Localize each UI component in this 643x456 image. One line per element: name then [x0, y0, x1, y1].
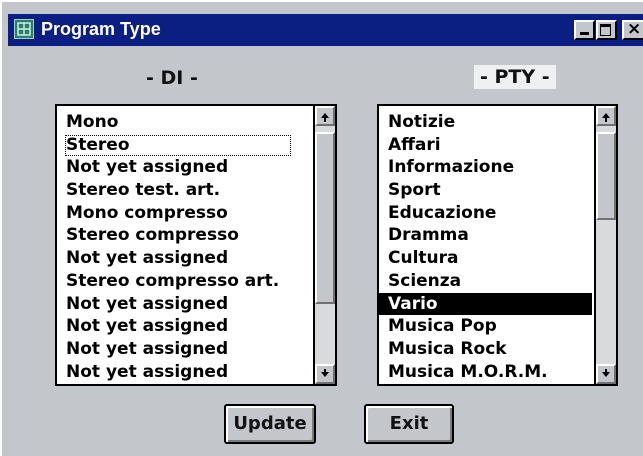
pty-list-item-label: Informazione [388, 157, 515, 178]
pty-list-item[interactable]: Dramma [379, 224, 592, 247]
pty-list-item[interactable]: Cultura [379, 247, 592, 270]
di-list-item-label: Mono compresso [66, 202, 228, 223]
pty-list-item-label: Dramma [388, 225, 469, 246]
di-list-item[interactable]: Stereo compresso [57, 224, 311, 247]
di-scroll-down-icon[interactable] [315, 364, 335, 384]
pty-list: Notizie Affari Informazione Sport Educazione… [379, 111, 592, 383]
pty-list-item-label: Musica Pop [388, 316, 497, 337]
pty-list-item-label: Cultura [388, 248, 459, 269]
di-list-item-label: Not yet assigned [66, 293, 229, 314]
di-list-item-label: Stereo compresso art. [66, 270, 280, 291]
program-type-window: Program Type × - DI - - PTY - Mono Stereo… [0, 0, 643, 456]
di-list-item-label: Stereo test. art. [66, 180, 221, 201]
di-list-item[interactable]: Stereo [57, 134, 311, 157]
minimize-icon[interactable] [574, 20, 595, 40]
di-heading: - DI - [146, 67, 198, 89]
pty-list-item[interactable]: Educazione [379, 202, 592, 225]
close-icon[interactable]: × [622, 19, 643, 40]
di-list-item-label: Stereo [65, 134, 291, 156]
di-list-item[interactable]: Not yet assigned [57, 361, 311, 384]
window-title: Program Type [41, 19, 161, 39]
di-list-item[interactable]: Not yet assigned [57, 338, 311, 361]
di-list-item[interactable]: Not yet assigned [57, 156, 311, 179]
pty-list-item-label: Educazione [388, 202, 497, 223]
pty-list-item[interactable]: Notizie [379, 111, 592, 134]
pty-list-item[interactable]: Vario [379, 292, 592, 316]
pty-scrollbar[interactable] [594, 106, 616, 384]
pty-list-item[interactable]: Musica Pop [379, 315, 592, 338]
di-list-item-label: Stereo compresso [66, 225, 239, 246]
pty-list-item-label: Sport [388, 180, 441, 201]
pty-list-item[interactable]: Sport [379, 179, 592, 202]
pty-scroll-down-icon[interactable] [596, 364, 616, 384]
pty-scroll-thumb[interactable] [596, 132, 616, 220]
di-list-item[interactable]: Mono [57, 111, 311, 134]
pty-list-item-label: Scienza [388, 270, 462, 291]
di-list-item[interactable]: Not yet assigned [57, 315, 311, 338]
di-list-item-label: Not yet assigned [66, 338, 229, 359]
di-list-item-label: Not yet assigned [66, 157, 229, 178]
di-listbox[interactable]: Mono Stereo Not yet assigned Stereo test. a… [55, 104, 337, 386]
di-list-item[interactable]: Not yet assigned [57, 247, 311, 270]
title-bar[interactable]: Program Type × [8, 14, 643, 46]
di-scrollbar[interactable] [313, 106, 335, 384]
di-list-item[interactable]: Not yet assigned [57, 293, 311, 316]
di-list-item[interactable]: Stereo compresso art. [57, 270, 311, 293]
pty-list-item[interactable]: Informazione [379, 156, 592, 179]
update-button[interactable]: Update [224, 404, 316, 444]
pty-list-item-label: Vario [388, 293, 438, 314]
di-list-item-label: Not yet assigned [66, 361, 229, 382]
pty-list-item-label: Affari [388, 134, 441, 155]
di-list: Mono Stereo Not yet assigned Stereo test. a… [57, 111, 311, 383]
pty-list-item[interactable]: Scienza [379, 270, 592, 293]
pty-list-item[interactable]: Musica Rock [379, 338, 592, 361]
pty-list-item-label: Notizie [388, 112, 456, 132]
di-list-item-label: Mono [66, 112, 119, 132]
pty-list-item[interactable]: Musica M.O.R.M. [379, 361, 592, 384]
di-scroll-up-icon[interactable] [315, 106, 335, 126]
app-icon [14, 19, 34, 39]
pty-heading: - PTY - [474, 65, 556, 89]
di-list-item[interactable]: Mono compresso [57, 202, 311, 225]
exit-button[interactable]: Exit [364, 404, 454, 444]
pty-list-item[interactable]: Affari [379, 134, 592, 157]
di-scroll-thumb[interactable] [315, 132, 335, 304]
pty-scroll-up-icon[interactable] [596, 106, 616, 126]
pty-listbox[interactable]: Notizie Affari Informazione Sport Educazione… [377, 104, 618, 386]
di-list-item-label: Not yet assigned [66, 248, 229, 269]
pty-list-item-label: Musica M.O.R.M. [388, 361, 548, 382]
maximize-icon[interactable] [596, 20, 617, 40]
di-list-item-label: Not yet assigned [66, 316, 229, 337]
pty-list-item-label: Musica Rock [388, 338, 507, 359]
di-list-item[interactable]: Stereo test. art. [57, 179, 311, 202]
